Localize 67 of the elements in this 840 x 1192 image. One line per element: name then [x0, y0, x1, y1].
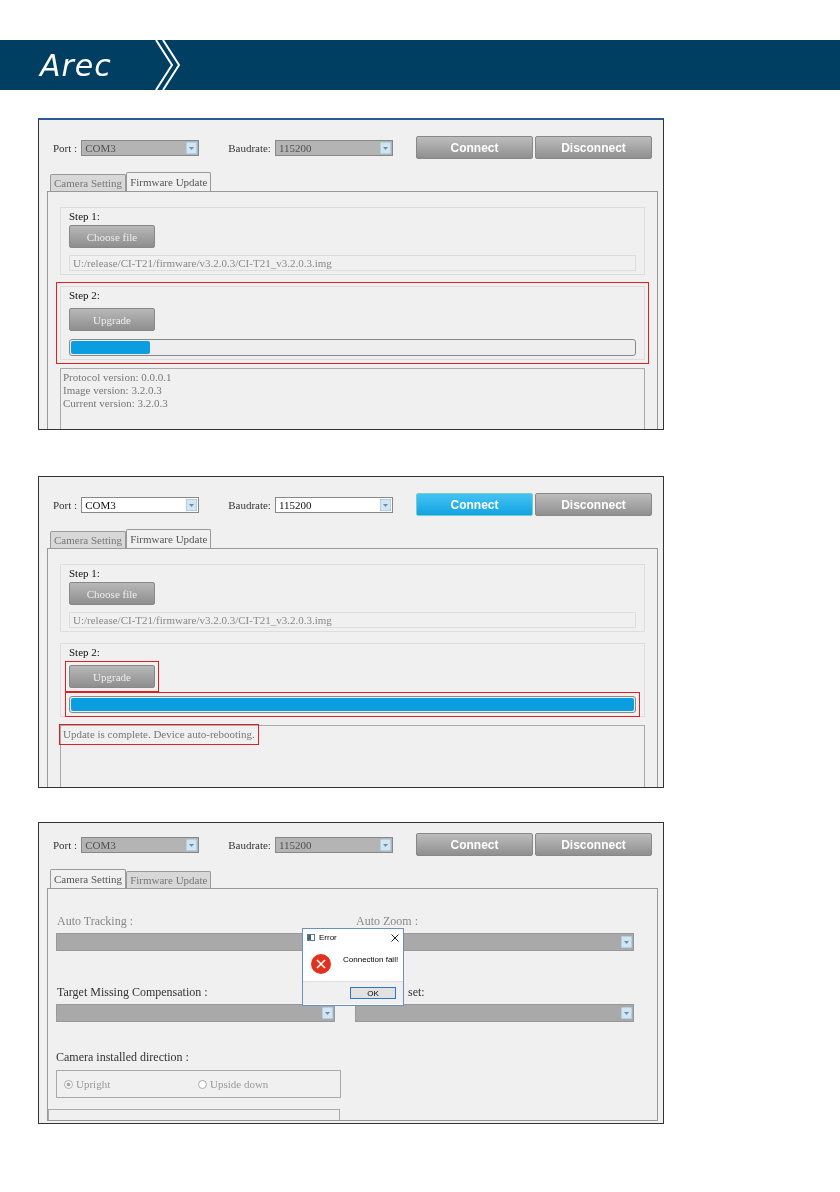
log-line: Protocol version: 0.0.0.1: [63, 371, 172, 384]
caret-icon: [621, 1007, 632, 1019]
baudrate-label: Baudrate:: [228, 838, 271, 851]
step-label: Step 1:: [69, 567, 101, 579]
dropdown[interactable]: 115200: [274, 496, 393, 513]
port-label: Port :: [53, 141, 78, 154]
file-path-field[interactable]: U:/release/CI-T21/firmware/v3.2.0.3/CI-T21_v3.2.0.3.img: [69, 612, 636, 628]
baudrate-label: Baudrate:: [228, 498, 271, 511]
port-label: Port :: [53, 498, 78, 511]
radio-button[interactable]: [64, 1079, 73, 1089]
radio-label: Upside down: [210, 1078, 269, 1090]
ok-button[interactable]: OK: [350, 987, 396, 999]
dropdown-value: COM3: [84, 498, 116, 511]
dropdown[interactable]: COM3: [81, 496, 200, 513]
dropdown-value: 115200: [277, 838, 312, 851]
log-line: Update is complete. Device auto-rebooting.: [63, 728, 255, 741]
logo: Arec: [40, 47, 113, 83]
baudrate-label: Baudrate:: [228, 141, 271, 154]
dropdown[interactable]: [56, 1004, 335, 1022]
caret-icon: [186, 838, 198, 851]
caret-icon: [186, 498, 198, 511]
tab[interactable]: Firmware Update: [126, 172, 212, 191]
disconnect-button[interactable]: Disconnect: [535, 493, 652, 516]
disconnect-button[interactable]: Disconnect: [535, 136, 652, 159]
window-icon: [307, 934, 315, 941]
dialog-title: Error: [319, 933, 337, 942]
port-label: Port :: [53, 838, 78, 851]
file-path-field[interactable]: U:/release/CI-T21/firmware/v3.2.0.3/CI-T21_v3.2.0.3.img: [69, 255, 636, 271]
tab[interactable]: Firmware Update: [126, 529, 212, 548]
field-label: Auto Tracking :: [56, 914, 133, 930]
error-icon: [311, 953, 331, 974]
close-icon[interactable]: [391, 933, 399, 942]
log-line: Image version: 3.2.0.3: [63, 384, 162, 397]
step-label: Step 1:: [69, 210, 101, 222]
connect-button[interactable]: Connect: [416, 136, 533, 159]
choose-file-button[interactable]: Choose file: [69, 582, 155, 605]
dropdown-value: COM3: [84, 141, 116, 154]
field-label: set:: [407, 985, 425, 1001]
dropdown-value: COM3: [84, 838, 116, 851]
dropdown-value: 115200: [277, 498, 312, 511]
tab[interactable]: Firmware Update: [126, 871, 212, 888]
upgrade-button[interactable]: Upgrade: [69, 665, 155, 688]
field-label: Camera installed direction :: [56, 1050, 190, 1065]
dropdown[interactable]: [355, 1004, 634, 1022]
caret-icon: [322, 1007, 333, 1019]
tab[interactable]: Camera Setting: [50, 869, 127, 888]
log-line: Current version: 3.2.0.3: [63, 397, 168, 410]
caret-icon: [379, 141, 391, 154]
field-label: Target Missing Compensation :: [56, 985, 208, 1001]
caret-icon: [621, 936, 632, 948]
caret-icon: [186, 141, 198, 154]
upgrade-button[interactable]: Upgrade: [69, 308, 155, 331]
step-label: Step 2:: [69, 646, 101, 658]
field-label: Auto Zoom :: [355, 914, 418, 930]
dialog-message: Connection fail!: [343, 955, 399, 964]
radio-label: Upright: [76, 1078, 111, 1090]
choose-file-button[interactable]: Choose file: [69, 225, 155, 248]
connect-button[interactable]: Connect: [416, 833, 533, 856]
connect-button[interactable]: Connect: [416, 493, 533, 516]
caret-icon: [379, 838, 391, 851]
radio-button[interactable]: [198, 1079, 207, 1089]
dropdown-value: 115200: [277, 141, 312, 154]
caret-icon: [379, 498, 391, 511]
tab[interactable]: Camera Setting: [50, 174, 127, 191]
tab[interactable]: Camera Setting: [50, 531, 127, 548]
disconnect-button[interactable]: Disconnect: [535, 833, 652, 856]
step-label: Step 2:: [69, 289, 101, 301]
